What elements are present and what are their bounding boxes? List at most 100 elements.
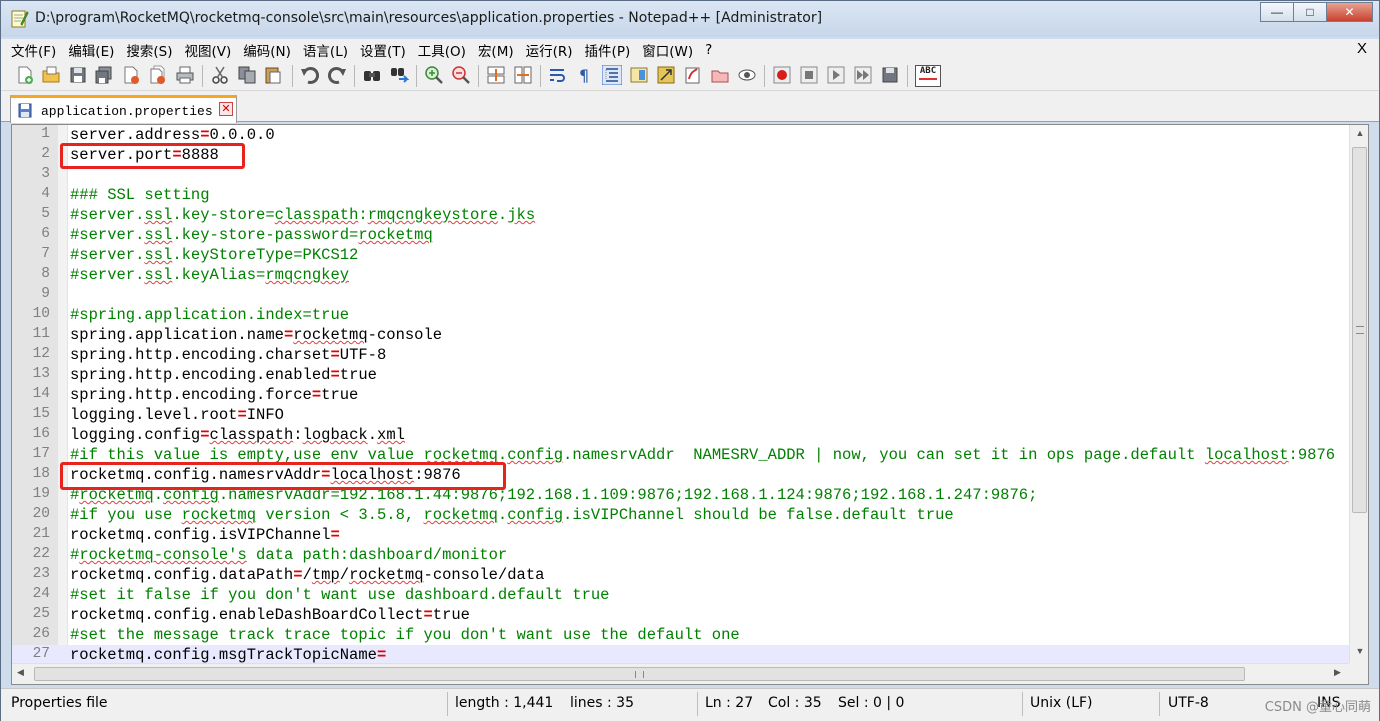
zoom-out-icon[interactable]	[451, 65, 471, 85]
close-all-icon[interactable]	[148, 65, 168, 85]
record-macro-icon[interactable]	[772, 65, 792, 85]
line-text[interactable]: #server.ssl.keyStoreType=PKCS12	[70, 246, 358, 264]
spell-check-icon[interactable]: ABC	[915, 65, 941, 87]
menu-settings[interactable]: 设置(T)	[360, 40, 406, 60]
word-wrap-icon[interactable]	[548, 65, 568, 85]
code-line[interactable]: 4 ### SSL setting	[12, 185, 1349, 205]
line-text[interactable]: #if you use rocketmq version < 3.5.8, ro…	[70, 506, 954, 524]
vertical-scrollbar[interactable]: ▲ ▼	[1349, 125, 1368, 663]
function-list-icon[interactable]	[656, 65, 676, 85]
folder-workspace-icon[interactable]	[683, 65, 703, 85]
code-line[interactable]: 8 #server.ssl.keyAlias=rmqcngkey	[12, 265, 1349, 285]
replace-icon[interactable]	[389, 65, 409, 85]
stop-record-icon[interactable]	[799, 65, 819, 85]
open-file-icon[interactable]	[41, 65, 61, 85]
code-line[interactable]: 27 rocketmq.config.msgTrackTopicName=	[12, 645, 1349, 663]
code-line[interactable]: 13 spring.http.encoding.enabled=true	[12, 365, 1349, 385]
menu-view[interactable]: 视图(V)	[185, 40, 232, 60]
close-document-button[interactable]: X	[1357, 40, 1367, 57]
redo-icon[interactable]	[327, 65, 347, 85]
vertical-scroll-thumb[interactable]	[1352, 147, 1367, 513]
eye-icon[interactable]	[737, 65, 757, 85]
menu-encoding[interactable]: 编码(N)	[243, 40, 291, 60]
line-text[interactable]: rocketmq.config.isVIPChannel=	[70, 526, 340, 544]
code-line[interactable]: 24 #set it false if you don't want use da…	[12, 585, 1349, 605]
line-text[interactable]: spring.http.encoding.enabled=true	[70, 366, 377, 384]
line-text[interactable]: rocketmq.config.enableDashBoardCollect=t…	[70, 606, 470, 624]
tab-close-icon[interactable]: ✕	[219, 102, 233, 116]
save-icon[interactable]	[68, 65, 88, 85]
code-line[interactable]: 12 spring.http.encoding.charset=UTF-8	[12, 345, 1349, 365]
run-macro-multiple-icon[interactable]	[853, 65, 873, 85]
line-text[interactable]: logging.config=classpath:logback.xml	[70, 426, 405, 444]
horizontal-scroll-thumb[interactable]	[34, 667, 1245, 681]
menu-search[interactable]: 搜索(S)	[126, 40, 172, 60]
scroll-up-icon[interactable]: ▲	[1354, 128, 1366, 140]
line-text[interactable]: spring.http.encoding.force=true	[70, 386, 358, 404]
code-line[interactable]: 6 #server.ssl.key-store-password=rocketmq	[12, 225, 1349, 245]
code-line[interactable]: 20 #if you use rocketmq version < 3.5.8, …	[12, 505, 1349, 525]
code-line[interactable]: 26 #set the message track trace topic if …	[12, 625, 1349, 645]
line-text[interactable]: rocketmq.config.msgTrackTopicName=	[70, 646, 386, 663]
play-macro-icon[interactable]	[826, 65, 846, 85]
title-bar[interactable]: D:\program\RocketMQ\rocketmq-console\src…	[1, 1, 1379, 37]
code-line[interactable]: 15 logging.level.root=INFO	[12, 405, 1349, 425]
line-text[interactable]: spring.application.name=rocketmq-console	[70, 326, 442, 344]
line-text[interactable]: #set it false if you don't want use dash…	[70, 586, 610, 604]
cut-icon[interactable]	[210, 65, 230, 85]
copy-icon[interactable]	[237, 65, 257, 85]
code-line[interactable]: 9	[12, 285, 1349, 305]
code-lines[interactable]: 1 server.address=0.0.0.0 2 server.port=8888…	[12, 125, 1349, 663]
menu-run[interactable]: 运行(R)	[526, 40, 573, 60]
paste-icon[interactable]	[263, 65, 283, 85]
menu-language[interactable]: 语言(L)	[303, 40, 348, 60]
tab-application-properties[interactable]: application.properties ✕	[10, 95, 237, 123]
line-text[interactable]: logging.level.root=INFO	[70, 406, 284, 424]
maximize-button[interactable]: □	[1293, 2, 1327, 22]
show-all-chars-icon[interactable]: ¶	[575, 65, 595, 85]
code-line[interactable]: 21 rocketmq.config.isVIPChannel=	[12, 525, 1349, 545]
menu-window[interactable]: 窗口(W)	[642, 40, 693, 60]
status-encoding[interactable]: UTF-8	[1168, 695, 1209, 711]
save-macro-icon[interactable]	[880, 65, 900, 85]
menu-plugins[interactable]: 插件(P)	[585, 40, 631, 60]
folder-icon[interactable]	[710, 65, 730, 85]
sync-vertical-icon[interactable]	[486, 65, 506, 85]
line-text[interactable]: rocketmq.config.dataPath=/tmp/rocketmq-c…	[70, 566, 544, 584]
scroll-down-icon[interactable]: ▼	[1354, 646, 1366, 658]
code-line[interactable]: 25 rocketmq.config.enableDashBoardCollect…	[12, 605, 1349, 625]
find-icon[interactable]	[362, 65, 382, 85]
close-icon[interactable]	[121, 65, 141, 85]
zoom-in-icon[interactable]	[424, 65, 444, 85]
code-line[interactable]: 23 rocketmq.config.dataPath=/tmp/rocketmq…	[12, 565, 1349, 585]
undo-icon[interactable]	[300, 65, 320, 85]
code-line[interactable]: 10 #spring.application.index=true	[12, 305, 1349, 325]
save-all-icon[interactable]	[94, 65, 114, 85]
line-text[interactable]: #rocketmq-console's data path:dashboard/…	[70, 546, 507, 564]
indent-guide-icon[interactable]	[602, 65, 622, 85]
menu-macro[interactable]: 宏(M)	[478, 40, 514, 60]
code-line[interactable]: 11 spring.application.name=rocketmq-conso…	[12, 325, 1349, 345]
doc-map-icon[interactable]	[629, 65, 649, 85]
horizontal-scrollbar[interactable]: ◀ ▶	[12, 663, 1349, 684]
code-line[interactable]: 7 #server.ssl.keyStoreType=PKCS12	[12, 245, 1349, 265]
code-line[interactable]: 16 logging.config=classpath:logback.xml	[12, 425, 1349, 445]
scroll-left-icon[interactable]: ◀	[17, 667, 24, 678]
line-text[interactable]: #server.ssl.key-store=classpath:rmqcngke…	[70, 206, 535, 224]
code-line[interactable]: 14 spring.http.encoding.force=true	[12, 385, 1349, 405]
new-file-icon[interactable]	[15, 65, 35, 85]
code-line[interactable]: 1 server.address=0.0.0.0	[12, 125, 1349, 145]
menu-file[interactable]: 文件(F)	[11, 40, 56, 60]
code-line[interactable]: 22 #rocketmq-console's data path:dashboar…	[12, 545, 1349, 565]
line-text[interactable]: #spring.application.index=true	[70, 306, 349, 324]
minimize-button[interactable]: —	[1260, 2, 1294, 22]
close-window-button[interactable]: ✕	[1326, 2, 1373, 22]
sync-horizontal-icon[interactable]	[513, 65, 533, 85]
line-text[interactable]: spring.http.encoding.charset=UTF-8	[70, 346, 386, 364]
print-icon[interactable]	[175, 65, 195, 85]
scroll-right-icon[interactable]: ▶	[1334, 667, 1341, 678]
line-text[interactable]: #server.ssl.key-store-password=rocketmq	[70, 226, 433, 244]
line-text[interactable]: #server.ssl.keyAlias=rmqcngkey	[70, 266, 349, 284]
status-eol[interactable]: Unix (LF)	[1030, 695, 1093, 711]
line-text[interactable]: server.address=0.0.0.0	[70, 126, 275, 144]
